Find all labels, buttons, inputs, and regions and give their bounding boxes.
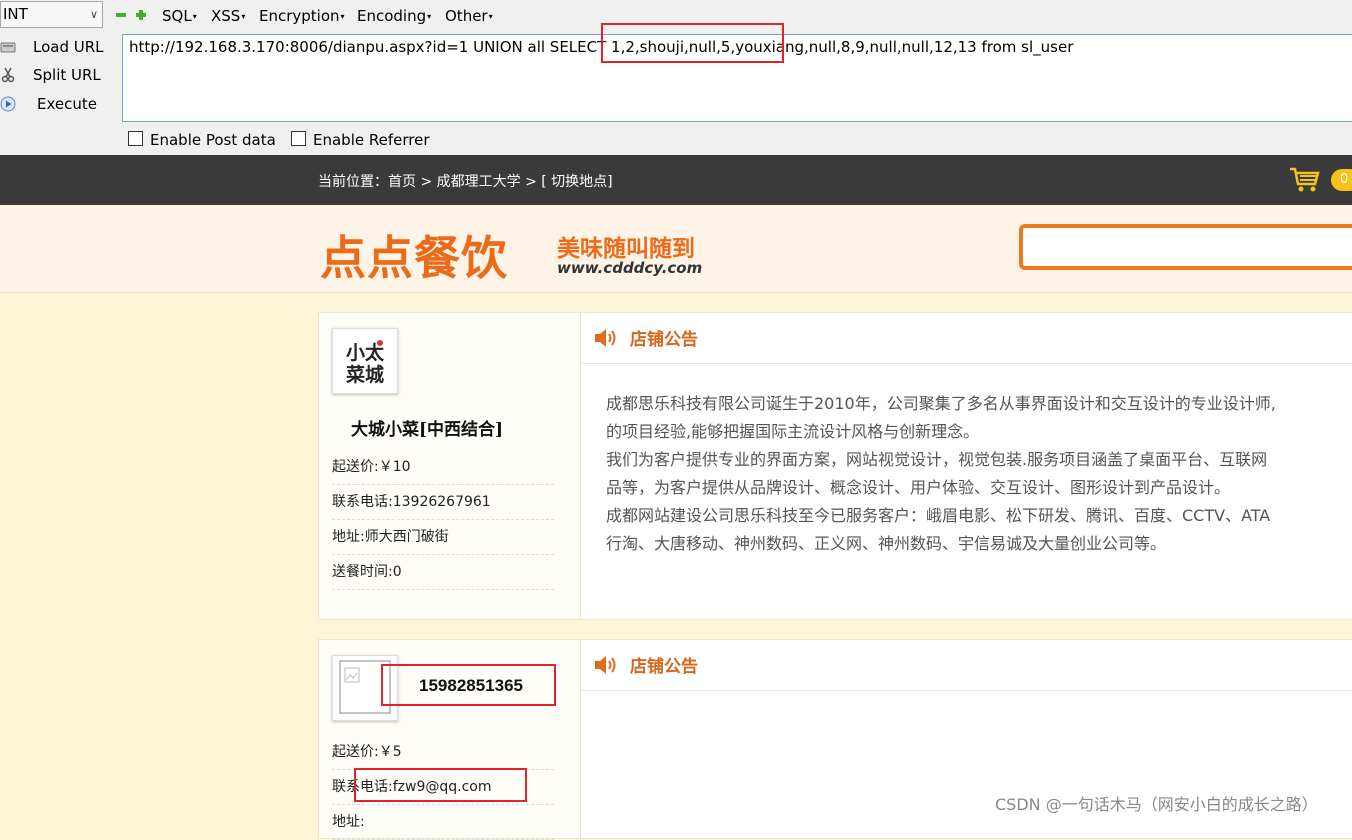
notice-header: 店铺公告 (581, 640, 1352, 691)
shop-card: 小太 菜城 大城小菜[中西结合] 起送价:￥10 联系电话:1392626796… (318, 312, 1352, 620)
plus-icon[interactable] (136, 10, 146, 20)
split-url-button[interactable]: Split URL (0, 63, 110, 89)
cart-icon[interactable] (1289, 167, 1321, 193)
load-url-icon (0, 42, 16, 53)
notice-line: 成都思乐科技有限公司诞生于2010年，公司聚集了多名从事界面设计和交互设计的专业… (606, 394, 1276, 413)
notice-header: 店铺公告 (581, 313, 1352, 364)
load-url-label: Load URL (33, 38, 104, 56)
notice-body: 成都思乐科技有限公司诞生于2010年，公司聚集了多名从事界面设计和交互设计的专业… (606, 390, 1352, 558)
caret-down-icon: ▾ (340, 12, 345, 21)
cart-count-badge: 0 (1331, 169, 1352, 191)
load-url-button[interactable]: Load URL (0, 35, 110, 61)
notice-line: 我们为客户提供专业的界面方案，网站视觉设计，视觉包装.服务项目涵盖了桌面平台、互… (606, 450, 1268, 469)
watermark: CSDN @一句话木马（网安小白的成长之路） (995, 795, 1318, 814)
breadcrumb: 当前位置：首页 > 成都理工大学 > [ 切换地点] (318, 174, 613, 190)
shop-phone: 联系电话:13926267961 (332, 485, 554, 520)
notice-line: 品等，为客户提供从品牌设计、概念设计、用户体验、交互设计、图形设计到产品设计。 (606, 478, 1231, 497)
annotation-highlight-payload (601, 23, 784, 63)
split-url-label: Split URL (33, 66, 101, 84)
menu-xss-label: XSS (211, 7, 241, 25)
menu-sql-label: SQL (162, 7, 192, 25)
type-select-value: INT (3, 5, 28, 23)
site-header: 点点餐饮 美味随叫随到 www.cdddcy.com (0, 205, 1352, 293)
play-icon (0, 96, 16, 112)
speaker-icon (595, 656, 616, 674)
caret-down-icon: ▾ (241, 12, 246, 21)
shop-logo[interactable]: 小太 菜城 (332, 328, 398, 394)
type-select[interactable]: INT ∨ (0, 1, 103, 28)
logo-text[interactable]: 点点餐饮 (320, 222, 508, 288)
menu-other[interactable]: Other▾ (445, 7, 493, 25)
caret-down-icon: ▾ (488, 12, 493, 21)
menu-encoding-label: Encoding (357, 7, 427, 25)
minus-icon[interactable] (116, 10, 126, 20)
annotation-highlight-email (354, 768, 527, 802)
shop-logo-image: 小太 菜城 (337, 333, 393, 389)
shop-min-delivery: 起送价:￥10 (332, 450, 554, 485)
search-input[interactable] (1019, 224, 1352, 270)
enable-post-checkbox[interactable]: Enable Post data (128, 131, 276, 149)
shop-logo-text-bottom: 菜城 (345, 363, 384, 386)
logo-url: www.cdddcy.com (557, 259, 703, 277)
menu-encryption-label: Encryption (259, 7, 340, 25)
menu-xss[interactable]: XSS▾ (211, 7, 245, 25)
menu-encoding[interactable]: Encoding▾ (357, 7, 431, 25)
menu-encryption[interactable]: Encryption▾ (259, 7, 345, 25)
notice-line: 的项目经验,能够把握国际主流设计风格与创新理念。 (606, 422, 980, 441)
annotation-highlight-phone (381, 664, 556, 706)
enable-referrer-checkbox[interactable]: Enable Referrer (291, 131, 429, 149)
shop-name[interactable]: 大城小菜[中西结合] (351, 415, 503, 440)
caret-down-icon: ▾ (192, 12, 197, 21)
checkbox-box[interactable] (291, 131, 306, 146)
shop-address: 地址:师大西门破街 (332, 520, 554, 555)
menu-sql[interactable]: SQL▾ (162, 7, 197, 25)
shop-min-delivery: 起送价:￥5 (332, 735, 554, 770)
shop-delivery-time: 送餐时间:0 (332, 555, 554, 590)
shop-address: 地址: (332, 805, 554, 840)
speaker-icon (595, 329, 616, 347)
execute-button[interactable]: Execute (0, 92, 110, 118)
execute-label: Execute (37, 95, 97, 113)
enable-referrer-label: Enable Referrer (313, 131, 430, 149)
checkbox-box[interactable] (128, 131, 143, 146)
chevron-down-icon: ∨ (89, 8, 98, 21)
caret-down-icon: ▾ (427, 12, 432, 21)
scissors-icon (1, 67, 15, 83)
site-topbar: 当前位置：首页 > 成都理工大学 > [ 切换地点] 0 (0, 155, 1352, 205)
logo-slogan: 美味随叫随到 (557, 236, 695, 262)
notice-title: 店铺公告 (630, 330, 698, 350)
notice-line: 成都网站建设公司思乐科技至今已服务客户：峨眉电影、松下研发、腾讯、百度、CCTV… (606, 506, 1271, 525)
notice-line: 行淘、大唐移动、神州数码、正义网、神州数码、宇信易诚及大量创业公司等。 (606, 534, 1167, 553)
menu-other-label: Other (445, 7, 488, 25)
shop-info-column: 小太 菜城 大城小菜[中西结合] 起送价:￥10 联系电话:1392626796… (319, 313, 581, 619)
notice-title: 店铺公告 (630, 657, 698, 677)
enable-post-label: Enable Post data (150, 131, 276, 149)
